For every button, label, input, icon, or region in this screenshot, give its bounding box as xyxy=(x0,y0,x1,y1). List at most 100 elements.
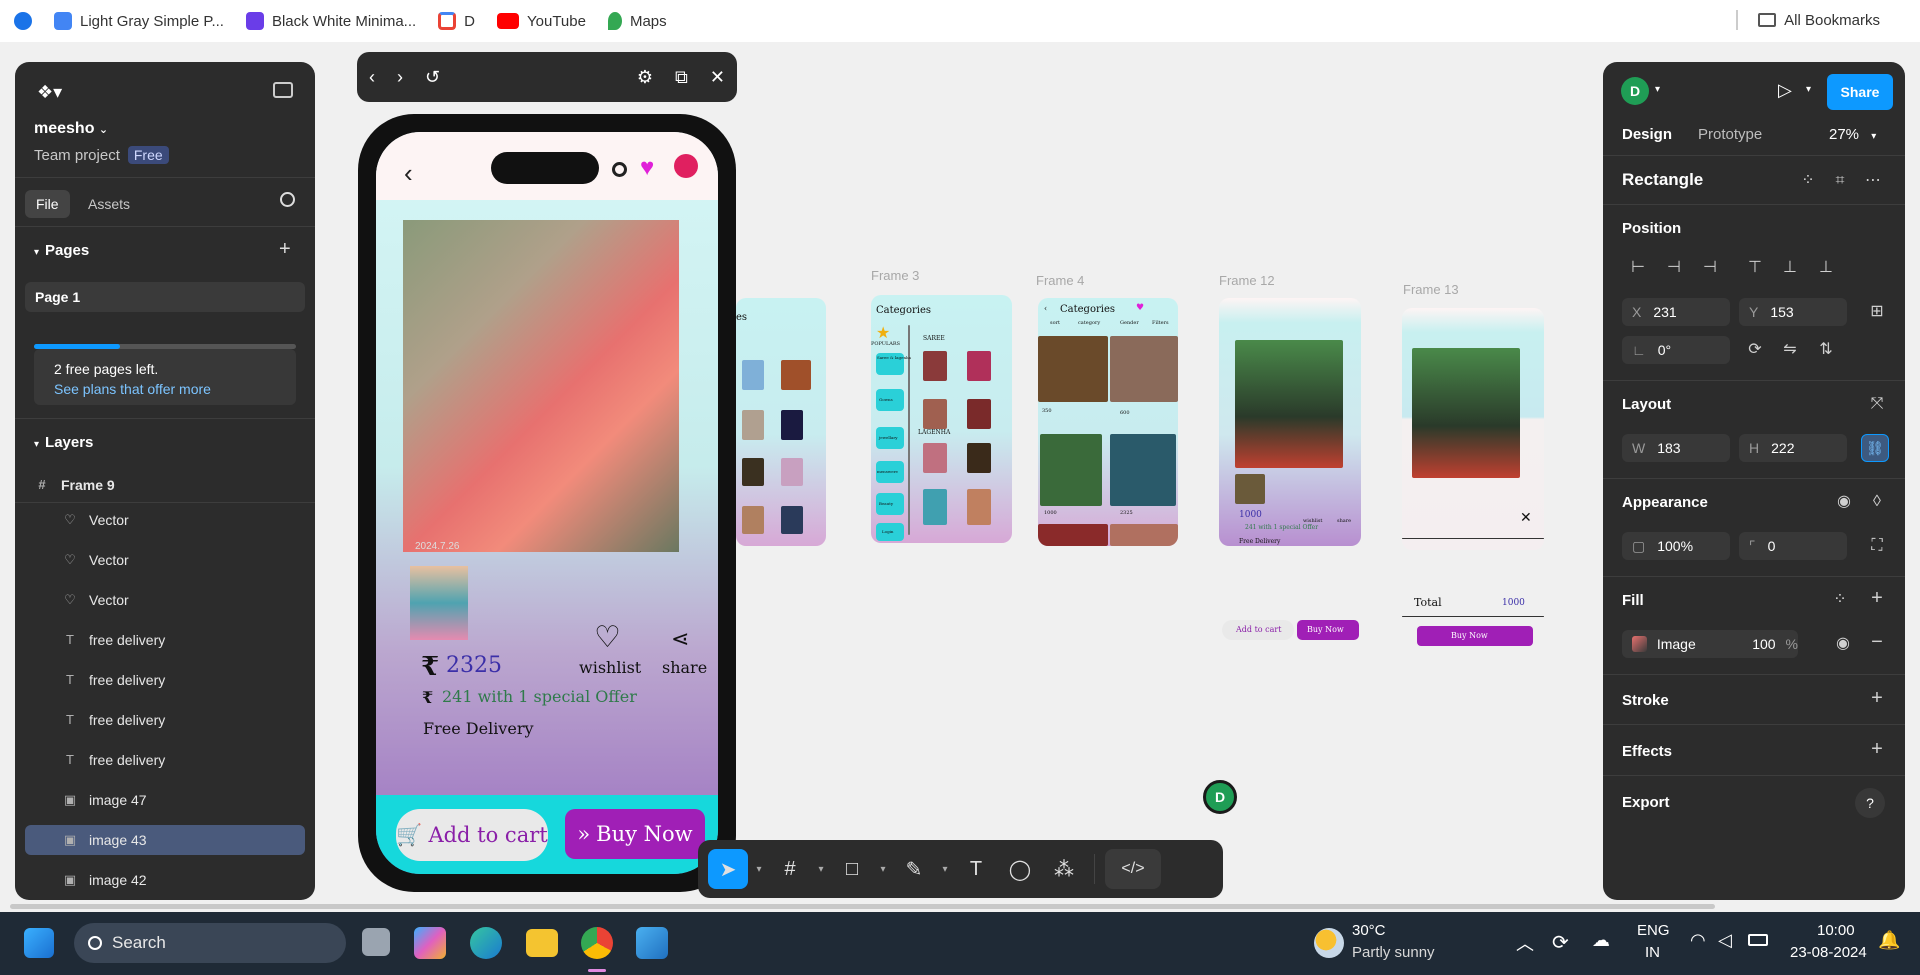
frame-12[interactable]: 1000 241 with 1 special Offer Free Deliv… xyxy=(1219,298,1361,546)
fill-row[interactable]: Image 100 % xyxy=(1622,630,1798,658)
frame-2[interactable]: es xyxy=(736,298,826,546)
more-icon[interactable]: ⋯ xyxy=(1865,173,1881,189)
share-icon[interactable]: ⋖ xyxy=(671,626,689,652)
corner-radius-field[interactable]: ⌜ 0 xyxy=(1739,532,1847,560)
align-bottom-icon[interactable]: ⊥ xyxy=(1818,260,1834,276)
rotation-field[interactable]: ∟ 0° xyxy=(1622,336,1730,364)
opacity-field[interactable]: ▢ 100% xyxy=(1622,532,1730,560)
wifi-icon[interactable]: ◠ xyxy=(1690,930,1706,951)
bookmark-item[interactable]: YouTube xyxy=(497,13,586,30)
pages-section-title[interactable]: ▾ Pages xyxy=(34,242,89,259)
frame-label[interactable]: Frame 13 xyxy=(1403,282,1459,297)
add-effect-icon[interactable]: + xyxy=(1869,739,1885,759)
tab-assets[interactable]: Assets xyxy=(88,196,130,212)
wishlist-label[interactable]: wishlist xyxy=(579,658,641,677)
heart-icon[interactable]: ♥ xyxy=(640,154,654,182)
layers-section-title[interactable]: ▾ Layers xyxy=(34,434,93,451)
avatar[interactable]: D xyxy=(1621,77,1649,105)
actions-tool-icon[interactable]: ⁂ xyxy=(1044,849,1084,889)
bookmark-item[interactable]: Black White Minima... xyxy=(245,12,416,30)
copilot-icon[interactable] xyxy=(414,927,446,959)
plans-link[interactable]: See plans that offer more xyxy=(54,379,276,399)
chevron-down-icon[interactable]: ▾ xyxy=(752,864,766,875)
independent-corners-icon[interactable]: ⛶ xyxy=(1869,538,1885,554)
layer-item[interactable]: Tfree delivery xyxy=(25,625,305,655)
chevron-up-icon[interactable]: ︿ xyxy=(1516,930,1534,956)
horizontal-scrollbar[interactable] xyxy=(10,904,1715,909)
layer-item[interactable]: Tfree delivery xyxy=(25,665,305,695)
tab-design[interactable]: Design xyxy=(1622,126,1672,143)
close-icon[interactable]: ✕ xyxy=(710,67,725,88)
chevron-down-icon[interactable]: ▾ xyxy=(876,864,890,875)
search-icon[interactable] xyxy=(612,162,627,177)
sidebar-toggle-icon[interactable] xyxy=(273,82,293,98)
task-view-icon[interactable] xyxy=(362,928,390,956)
blend-mode-icon[interactable]: ◊ xyxy=(1869,494,1885,510)
flip-horizontal-icon[interactable]: ⇋ xyxy=(1782,342,1798,358)
buy-now-button[interactable]: » Buy Now xyxy=(565,809,705,859)
crop-icon[interactable]: ⌗ xyxy=(1832,173,1848,189)
add-stroke-icon[interactable]: + xyxy=(1869,688,1885,708)
styles-grid-icon[interactable]: ⁘ xyxy=(1832,592,1848,608)
flip-vertical-icon[interactable]: ⇅ xyxy=(1818,342,1834,358)
add-fill-icon[interactable]: + xyxy=(1869,588,1885,608)
chrome-menu-icon[interactable] xyxy=(14,12,32,30)
layer-item[interactable]: Tfree delivery xyxy=(25,705,305,735)
tab-file[interactable]: File xyxy=(25,190,70,218)
restart-icon[interactable]: ↺ xyxy=(425,67,440,88)
layer-item[interactable]: Tfree delivery xyxy=(25,745,305,775)
constrain-proportions-icon[interactable]: ⛓ xyxy=(1861,434,1889,462)
share-label[interactable]: share xyxy=(662,658,707,677)
x-field[interactable]: X 231 xyxy=(1622,298,1730,326)
layer-item[interactable]: ▣ image 42 xyxy=(25,865,305,895)
play-icon[interactable]: ▷ xyxy=(1778,80,1792,101)
chevron-down-icon[interactable]: ▾ xyxy=(1655,84,1660,95)
layer-item[interactable]: ♡ Vector xyxy=(25,545,305,575)
phone-preview[interactable]: ‹ ♥ 2024.7.26 ₹ 2325 ₹ 241 with 1 specia… xyxy=(358,114,736,892)
battery-icon[interactable] xyxy=(1748,934,1768,946)
bookmark-item[interactable]: Maps xyxy=(607,12,667,30)
share-button[interactable]: Share xyxy=(1827,74,1893,110)
remove-fill-icon[interactable]: − xyxy=(1869,632,1885,652)
eye-icon[interactable]: ◉ xyxy=(1836,494,1852,510)
width-field[interactable]: W 183 xyxy=(1622,434,1730,462)
figma-menu-icon[interactable]: ❖▾ xyxy=(37,82,62,103)
chevron-down-icon[interactable]: ▾ xyxy=(938,864,952,875)
move-tool-icon[interactable]: ➤ xyxy=(708,849,748,889)
clock-time[interactable]: 10:00 xyxy=(1817,922,1855,939)
frame-tool-icon[interactable]: # xyxy=(770,849,810,889)
add-page-icon[interactable]: + xyxy=(279,238,291,261)
align-right-icon[interactable]: ⊣ xyxy=(1702,260,1718,276)
taskbar-search[interactable]: Search xyxy=(74,923,346,963)
constraints-icon[interactable]: ⊞ xyxy=(1869,304,1885,320)
frame-label[interactable]: Frame 12 xyxy=(1219,273,1275,288)
chrome-icon[interactable] xyxy=(581,927,613,959)
export-title[interactable]: Export xyxy=(1622,794,1670,811)
text-tool-icon[interactable]: T xyxy=(956,849,996,889)
edge-icon[interactable] xyxy=(470,927,502,959)
zoom-level[interactable]: 27% ▾ xyxy=(1829,126,1876,143)
dev-mode-icon[interactable]: </> xyxy=(1105,849,1161,889)
effects-title[interactable]: Effects xyxy=(1622,743,1672,760)
weather-icon[interactable] xyxy=(1314,928,1344,958)
frame-label[interactable]: Frame 3 xyxy=(871,268,919,283)
bookmark-item[interactable]: Light Gray Simple P... xyxy=(54,12,224,30)
help-button[interactable]: ? xyxy=(1855,788,1885,818)
layer-item[interactable]: ▣ image 47 xyxy=(25,785,305,815)
notification-bell-icon[interactable]: 🔔 xyxy=(1878,930,1900,951)
stroke-title[interactable]: Stroke xyxy=(1622,692,1669,709)
rotate-icon[interactable]: ⟳ xyxy=(1747,342,1763,358)
layer-item[interactable]: ♡ Vector xyxy=(25,505,305,535)
search-icon[interactable] xyxy=(280,192,295,207)
settings-sliders-icon[interactable]: ⚙ xyxy=(637,67,653,88)
height-field[interactable]: H 222 xyxy=(1739,434,1847,462)
language-code[interactable]: ENG xyxy=(1637,922,1670,939)
file-explorer-icon[interactable] xyxy=(526,929,558,957)
align-center-v-icon[interactable]: ⊥ xyxy=(1782,260,1798,276)
chevron-down-icon[interactable]: ▾ xyxy=(814,864,828,875)
all-bookmarks[interactable]: All Bookmarks xyxy=(1736,10,1880,30)
photos-app-icon[interactable] xyxy=(636,927,668,959)
back-icon[interactable]: ‹ xyxy=(369,67,375,88)
pen-tool-icon[interactable]: ✎ xyxy=(894,849,934,889)
y-field[interactable]: Y 153 xyxy=(1739,298,1847,326)
